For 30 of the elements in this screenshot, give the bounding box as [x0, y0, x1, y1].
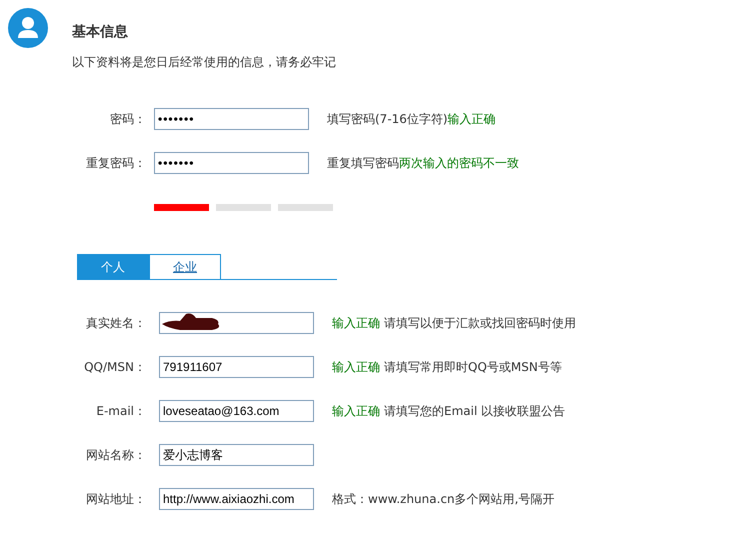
field-label: QQ/MSN： — [83, 359, 147, 376]
input-field[interactable]: 爱小志博客 — [159, 444, 314, 466]
field-label: 网站地址： — [85, 491, 147, 508]
status-text: 输入正确 — [332, 359, 380, 376]
status-text: 两次输入的密码不一致 — [399, 155, 519, 172]
hint-text: 格式：www.zhuna.cn多个网站用,号隔开 — [332, 491, 554, 508]
status-text: 输入正确 — [448, 111, 496, 128]
hint-text: 请填写您的Email 以接收联盟公告 — [384, 403, 566, 420]
field-label: 重复密码： — [85, 155, 147, 172]
tab[interactable]: 企业 — [149, 254, 221, 279]
hint-text: 请填写常用即时QQ号或MSN号等 — [384, 359, 562, 376]
hint-text: 请填写以便于汇款或找回密码时使用 — [384, 315, 576, 332]
input-field[interactable] — [159, 312, 314, 334]
hint-text: 重复填写密码 — [327, 155, 399, 172]
status-text: 输入正确 — [332, 315, 380, 332]
section-subtitle: 以下资料将是您日后经常使用的信息，请务必牢记 — [72, 54, 336, 71]
hint-text: 填写密码(7-16位字符) — [327, 111, 448, 128]
input-field[interactable]: loveseatao@163.com — [159, 400, 314, 422]
field-label: 网站名称： — [85, 447, 147, 464]
input-field[interactable]: 791911607 — [159, 356, 314, 378]
input-field[interactable]: http://www.aixiaozhi.com — [159, 488, 314, 510]
field-label: 真实姓名： — [85, 315, 147, 332]
tab[interactable]: 个人 — [77, 254, 149, 279]
user-avatar-icon — [8, 8, 48, 48]
field-label: 密码： — [109, 111, 147, 128]
status-text: 输入正确 — [332, 403, 380, 420]
password-field[interactable]: ••••••• — [154, 152, 309, 174]
password-field[interactable]: ••••••• — [154, 108, 309, 130]
section-title: 基本信息 — [72, 23, 129, 42]
field-label: E-mail： — [95, 403, 147, 420]
